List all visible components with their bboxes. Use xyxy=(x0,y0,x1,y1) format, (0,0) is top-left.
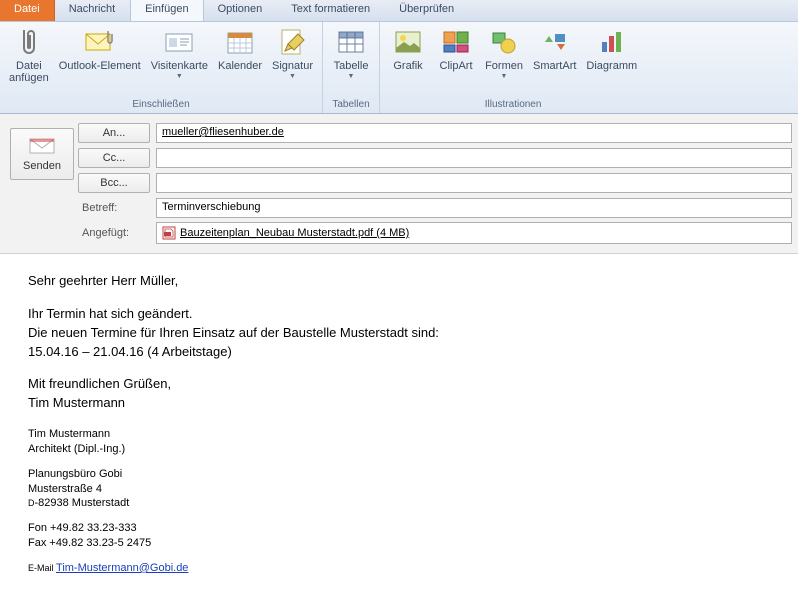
ribbon: Datei anfügen Outlook-Element Visitenkar… xyxy=(0,22,798,114)
compose-header: Senden An... mueller@fliesenhuber.de Cc.… xyxy=(0,114,798,254)
table-icon xyxy=(335,26,367,58)
signature-button[interactable]: Signatur ▼ xyxy=(267,24,318,97)
cc-field[interactable] xyxy=(156,148,792,168)
pdf-icon xyxy=(162,226,176,240)
chevron-down-icon: ▼ xyxy=(348,73,355,80)
pen-icon xyxy=(277,26,309,58)
group-label: Tabellen xyxy=(327,97,375,113)
calendar-icon xyxy=(224,26,256,58)
envelope-clip-icon xyxy=(84,26,116,58)
diagram-button[interactable]: Diagramm xyxy=(581,24,642,97)
shapes-button[interactable]: Formen ▼ xyxy=(480,24,528,97)
ribbon-group-include: Datei anfügen Outlook-Element Visitenkar… xyxy=(0,22,323,113)
ribbon-group-tables: Tabelle ▼ Tabellen xyxy=(323,22,380,113)
tab-review[interactable]: Überprüfen xyxy=(385,0,469,21)
body-closing: Mit freundlichen Grüßen, Tim Mustermann xyxy=(28,375,780,413)
picture-icon xyxy=(392,26,424,58)
cc-button[interactable]: Cc... xyxy=(78,148,150,168)
chevron-down-icon: ▼ xyxy=(289,73,296,80)
clipart-icon xyxy=(440,26,472,58)
bcc-field[interactable] xyxy=(156,173,792,193)
tab-insert[interactable]: Einfügen xyxy=(130,0,203,21)
tab-file[interactable]: Datei xyxy=(0,0,55,21)
bcc-button[interactable]: Bcc... xyxy=(78,173,150,193)
body-text: Ihr Termin hat sich geändert. Die neuen … xyxy=(28,305,780,362)
mail-body[interactable]: Sehr geehrter Herr Müller, Ihr Termin ha… xyxy=(0,254,798,596)
tab-bar: Datei Nachricht Einfügen Optionen Text f… xyxy=(0,0,798,22)
send-envelope-icon xyxy=(28,136,56,156)
calendar-button[interactable]: Kalender xyxy=(213,24,267,97)
attachment-field[interactable]: Bauzeitenplan_Neubau Musterstadt.pdf (4 … xyxy=(156,222,792,244)
attached-label: Angefügt: xyxy=(78,227,150,239)
subject-label: Betreff: xyxy=(78,202,150,214)
outlook-item-button[interactable]: Outlook-Element xyxy=(54,24,146,97)
smartart-button[interactable]: SmartArt xyxy=(528,24,581,97)
business-card-button[interactable]: Visitenkarte ▼ xyxy=(146,24,213,97)
send-button[interactable]: Senden xyxy=(10,128,74,180)
body-greeting: Sehr geehrter Herr Müller, xyxy=(28,272,780,291)
signature-email-link[interactable]: Tim-Mustermann@Gobi.de xyxy=(56,562,188,574)
clipart-button[interactable]: ClipArt xyxy=(432,24,480,97)
shapes-icon xyxy=(488,26,520,58)
table-button[interactable]: Tabelle ▼ xyxy=(327,24,375,97)
paperclip-icon xyxy=(13,26,45,58)
tab-format[interactable]: Text formatieren xyxy=(277,0,385,21)
attach-file-button[interactable]: Datei anfügen xyxy=(4,24,54,97)
chevron-down-icon: ▼ xyxy=(176,73,183,80)
subject-field[interactable]: Terminverschiebung xyxy=(156,198,792,218)
tab-message[interactable]: Nachricht xyxy=(55,0,130,21)
to-button[interactable]: An... xyxy=(78,123,150,143)
tab-options[interactable]: Optionen xyxy=(204,0,278,21)
card-icon xyxy=(163,26,195,58)
to-field[interactable]: mueller@fliesenhuber.de xyxy=(156,123,792,143)
chevron-down-icon: ▼ xyxy=(501,73,508,80)
smartart-icon xyxy=(539,26,571,58)
signature-block: Tim Mustermann Architekt (Dipl.-Ing.) Pl… xyxy=(28,427,780,576)
group-label: Einschließen xyxy=(4,97,318,113)
graphic-button[interactable]: Grafik xyxy=(384,24,432,97)
ribbon-group-illustrations: Grafik ClipArt Formen ▼ SmartArt xyxy=(380,22,646,113)
chart-icon xyxy=(596,26,628,58)
group-label: Illustrationen xyxy=(384,97,642,113)
